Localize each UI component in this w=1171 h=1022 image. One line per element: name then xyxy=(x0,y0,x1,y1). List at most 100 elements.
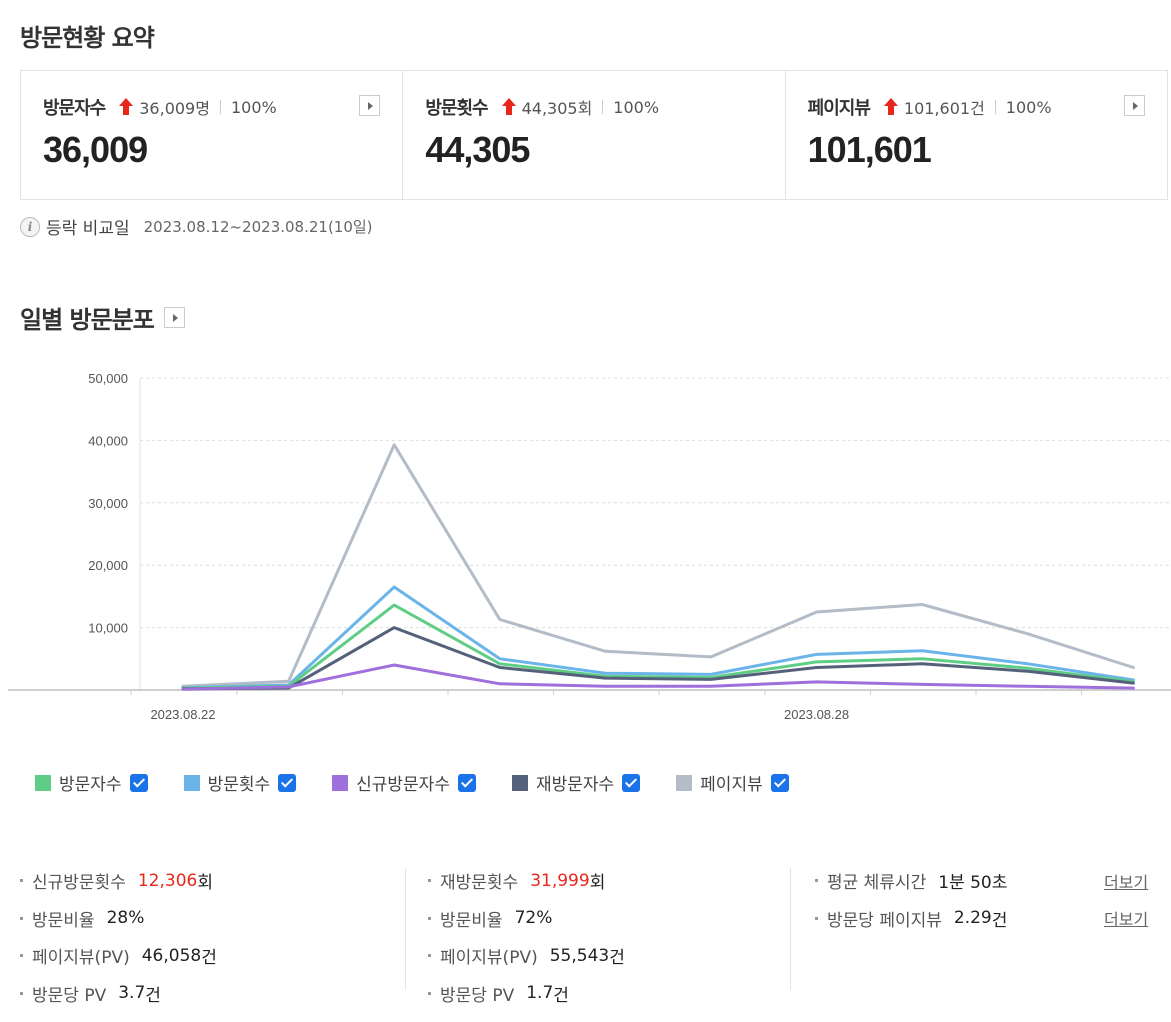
card-head: 페이지뷰 101,601건 100% xyxy=(808,94,1052,120)
y-tick-label: 10,000 xyxy=(88,621,128,636)
stat-value: 46,058 xyxy=(141,945,202,966)
stat-value: 12,306 xyxy=(137,870,198,891)
card-value: 44,305 xyxy=(425,129,530,170)
stat-unit: 건 xyxy=(609,948,625,969)
card-pct: 100% xyxy=(613,97,660,117)
divider xyxy=(602,100,604,114)
stat-unit: 건 xyxy=(991,910,1008,931)
stat-row: 신규방문횟수 12,306 회 xyxy=(20,862,217,900)
stat-label: 재방문횟수 xyxy=(440,873,519,894)
divider xyxy=(219,100,221,114)
legend-swatch xyxy=(676,774,693,791)
stat-label: 방문당 페이지뷰 xyxy=(827,910,942,931)
legend-item[interactable]: 방문자수 xyxy=(35,770,148,795)
card-diff: 36,009명 xyxy=(139,99,210,118)
stat-value: 72% xyxy=(514,908,553,929)
summary-title: 방문현황 요약 xyxy=(20,24,155,52)
legend-swatch xyxy=(183,774,200,791)
card-value: 101,601 xyxy=(807,129,932,170)
x-tick-label: 2023.08.28 xyxy=(784,707,849,722)
bullet-icon xyxy=(20,916,23,920)
legend-item[interactable]: 재방문자수 xyxy=(511,770,641,795)
card-diff: 44,305회 xyxy=(521,99,593,118)
chevron-right-icon[interactable] xyxy=(163,307,185,328)
stat-unit: 건 xyxy=(553,985,569,1006)
card-head: 방문횟수 44,305회 100% xyxy=(425,94,659,120)
arrow-up-icon xyxy=(119,98,134,116)
card-value: 36,009 xyxy=(43,129,148,170)
column-divider xyxy=(405,868,406,990)
daily-title-text: 일별 방문분포 xyxy=(20,306,155,334)
legend-label: 방문횟수 xyxy=(207,775,271,795)
stats-new: 신규방문횟수 12,306 회 방문비율 28% 페이지뷰(PV) 46,058… xyxy=(20,862,217,1012)
stat-unit: 회 xyxy=(589,873,606,894)
daily-line-chart: 10,000 20,000 30,000 40,000 50,000 2023.08.22… xyxy=(0,360,1171,730)
compare-label: 등락 비교일 xyxy=(46,219,130,239)
stat-row: 방문비율 72% xyxy=(428,900,625,938)
stat-unit: 건 xyxy=(201,948,217,969)
divider xyxy=(994,100,996,114)
info-icon[interactable]: i xyxy=(20,216,40,237)
summary-box: 방문자수 36,009명 100% 36,009 방문횟수 44,305회 10… xyxy=(20,70,1168,200)
bullet-icon xyxy=(20,954,23,958)
summary-card-visits: 방문횟수 44,305회 100% 44,305 xyxy=(403,71,786,199)
checkbox-checked-icon[interactable] xyxy=(129,773,148,792)
more-link-pv-per-visit[interactable]: 더보기 xyxy=(1104,906,1148,930)
more-link-duration[interactable]: 더보기 xyxy=(1104,869,1148,893)
stat-value: 1분 50초 xyxy=(938,873,1008,894)
bullet-icon xyxy=(428,954,431,958)
stat-label: 페이지뷰(PV) xyxy=(32,948,130,969)
daily-title: 일별 방문분포 xyxy=(20,300,185,335)
legend-item[interactable]: 방문횟수 xyxy=(183,770,297,795)
card-label: 페이지뷰 xyxy=(807,98,871,119)
stat-row: 페이지뷰(PV) 55,543 건 xyxy=(428,937,625,975)
chevron-right-icon[interactable] xyxy=(1123,95,1145,116)
bullet-icon xyxy=(428,879,431,883)
stat-label: 방문당 PV xyxy=(440,985,515,1006)
stat-row: 방문당 PV 1.7 건 xyxy=(428,975,625,1013)
stat-value: 28% xyxy=(106,908,145,929)
stat-label: 평균 체류시간 xyxy=(827,873,927,894)
summary-card-visitors: 방문자수 36,009명 100% 36,009 xyxy=(21,71,404,199)
stat-row: 방문비율 28% xyxy=(20,900,217,938)
x-tick-label: 2023.08.22 xyxy=(150,707,215,722)
card-label: 방문자수 xyxy=(43,98,106,119)
stats-returning: 재방문횟수 31,999 회 방문비율 72% 페이지뷰(PV) 55,543 … xyxy=(428,862,625,1012)
bullet-icon xyxy=(815,916,818,920)
chart-svg: 10,000 20,000 30,000 40,000 50,000 2023.08.22… xyxy=(8,371,1171,722)
stat-value: 3.7 xyxy=(118,983,146,1004)
bullet-icon xyxy=(815,879,818,883)
checkbox-checked-icon[interactable] xyxy=(278,773,297,792)
legend-label: 페이지뷰 xyxy=(700,775,763,795)
stat-unit: 건 xyxy=(145,985,161,1006)
legend-label: 재방문자수 xyxy=(535,775,615,795)
stat-row: 방문당 페이지뷰 2.29 건 xyxy=(815,900,1007,938)
arrow-up-icon xyxy=(883,98,898,116)
checkbox-checked-icon[interactable] xyxy=(457,773,476,792)
stat-value: 55,543 xyxy=(549,945,610,966)
card-diff: 101,601건 xyxy=(903,99,985,118)
checkbox-checked-icon[interactable] xyxy=(622,773,641,792)
y-tick-label: 50,000 xyxy=(88,371,128,386)
legend-item[interactable]: 신규방문자수 xyxy=(332,770,476,795)
bullet-icon xyxy=(428,991,431,995)
compare-info: i 등락 비교일 2023.08.12~2023.08.21(10일) xyxy=(20,214,373,239)
y-tick-label: 20,000 xyxy=(88,558,128,573)
stat-row: 재방문횟수 31,999 회 xyxy=(428,862,625,900)
chevron-right-icon[interactable] xyxy=(359,95,381,116)
legend-swatch xyxy=(511,774,528,791)
stat-label: 방문당 PV xyxy=(32,985,107,1006)
chart-legend: 방문자수 방문횟수 신규방문자수 재방문자수 페이지뷰 xyxy=(35,770,825,795)
stat-value: 1.7 xyxy=(526,983,554,1004)
column-divider xyxy=(790,868,791,990)
y-tick-label: 40,000 xyxy=(88,433,128,448)
stat-row: 페이지뷰(PV) 46,058 건 xyxy=(20,937,217,975)
legend-swatch xyxy=(332,774,349,791)
y-tick-label: 30,000 xyxy=(88,496,128,511)
card-label: 방문횟수 xyxy=(425,98,488,119)
stat-row: 방문당 PV 3.7 건 xyxy=(20,975,217,1013)
stats-other: 평균 체류시간 1분 50초 방문당 페이지뷰 2.29 건 xyxy=(815,862,1007,937)
legend-label: 신규방문자수 xyxy=(356,775,450,795)
legend-item[interactable]: 페이지뷰 xyxy=(676,770,789,795)
checkbox-checked-icon[interactable] xyxy=(770,773,789,792)
